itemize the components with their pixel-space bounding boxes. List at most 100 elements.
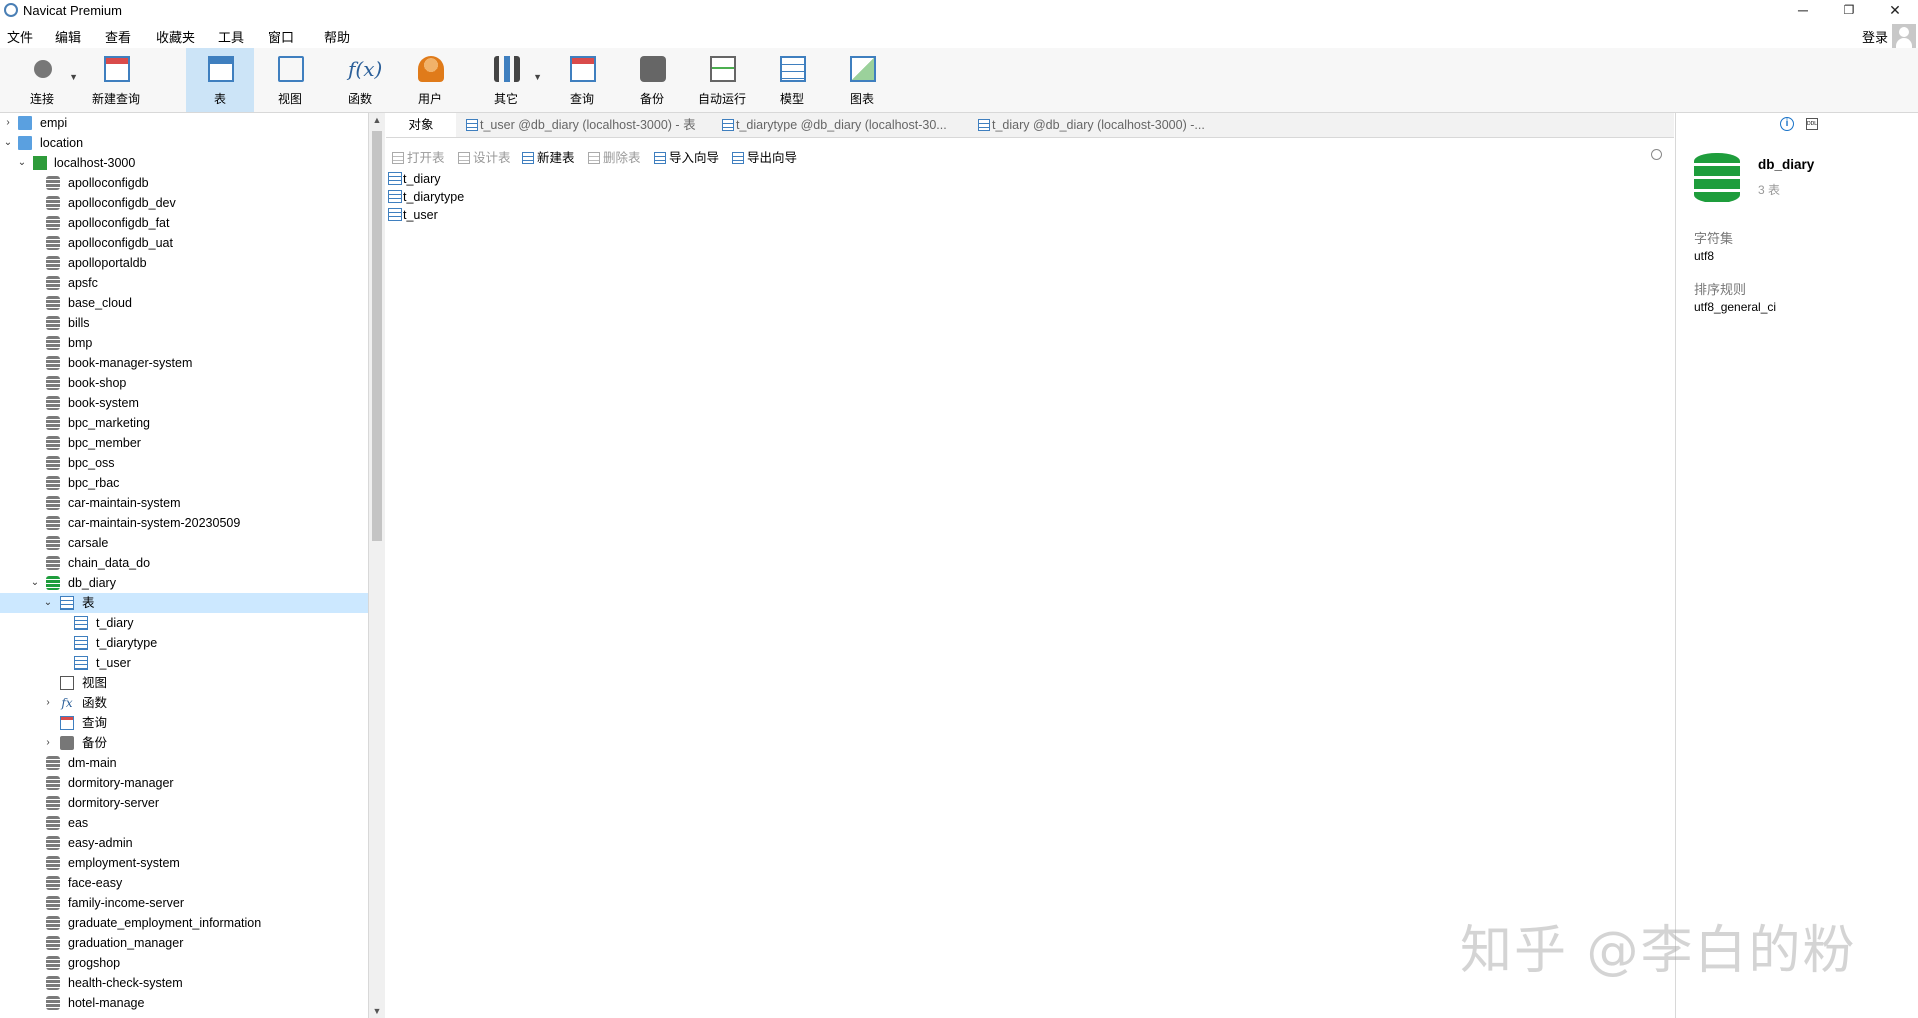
tree-item-connection[interactable]: ⌄ localhost-3000 [0,153,368,173]
tree-db-item[interactable]: apolloconfigdb [0,173,368,193]
tree-scrollbar[interactable]: ▲ ▼ [369,113,385,1018]
tree-db-item[interactable]: dormitory-manager [0,773,368,793]
toolbar-chart-button[interactable]: 图表 [828,48,896,112]
tree-table-item[interactable]: t_user [0,653,368,673]
tree-db-item[interactable]: bpc_rbac [0,473,368,493]
tree-db-item[interactable]: graduate_employment_information [0,913,368,933]
toolbar-table-button[interactable]: 表 [186,48,254,112]
chevron-down-icon[interactable]: ⌄ [42,593,54,613]
tree-db-item[interactable]: car-maintain-system-20230509 [0,513,368,533]
tree-db-item[interactable]: grogshop [0,953,368,973]
chevron-right-icon[interactable]: › [2,113,14,133]
tree-db-item[interactable]: dm-main [0,753,368,773]
tree-db-item[interactable]: graduation_manager [0,933,368,953]
menu-tools[interactable]: 工具 [218,27,244,46]
tree-db-item[interactable]: bills [0,313,368,333]
minimize-button[interactable]: ─ [1780,0,1826,22]
tab-t-diarytype[interactable]: t_diarytype @db_diary (localhost-30... [718,113,972,137]
new-table-button[interactable]: 新建表 [522,147,575,166]
chevron-right-icon[interactable]: › [42,693,54,713]
toolbar-query-button[interactable]: 查询 [548,48,616,112]
tree-db-item[interactable]: apsfc [0,273,368,293]
menu-view[interactable]: 查看 [105,27,131,46]
tree-tables-folder[interactable]: ⌄ 表 [0,593,368,613]
import-wizard-button[interactable]: 导入向导 [654,147,719,166]
tab-objects[interactable]: 对象 [386,113,456,137]
menu-window[interactable]: 窗口 [268,27,294,46]
tree-db-item[interactable]: book-shop [0,373,368,393]
tree-db-item[interactable]: apolloconfigdb_fat [0,213,368,233]
tree-db-item-open[interactable]: ⌄ db_diary [0,573,368,593]
tree-item-location[interactable]: ⌄ location [0,133,368,153]
tree-db-item[interactable]: carsale [0,533,368,553]
tree-backups-folder[interactable]: › 备份 [0,733,368,753]
tree-db-item[interactable]: book-system [0,393,368,413]
tree-db-item[interactable]: easy-admin [0,833,368,853]
tree-db-item[interactable]: bpc_oss [0,453,368,473]
menu-favorites[interactable]: 收藏夹 [156,27,195,46]
scrollbar-thumb[interactable] [372,131,382,541]
login-link[interactable]: 登录 [1862,27,1888,46]
tab-t-diary[interactable]: t_diary @db_diary (localhost-3000) -... [974,113,1228,137]
open-table-button[interactable]: 打开表 [392,147,445,166]
tree-db-item[interactable]: family-income-server [0,893,368,913]
tree-views-folder[interactable]: 视图 [0,673,368,693]
toolbar-function-button[interactable]: f(x) 函数 [326,48,394,112]
database-icon [46,376,60,390]
tree-db-item[interactable]: apolloportaldb [0,253,368,273]
toolbar-auto-run-button[interactable]: 自动运行 [688,48,756,112]
tree-db-item[interactable]: apolloconfigdb_uat [0,233,368,253]
tree-db-item[interactable]: base_cloud [0,293,368,313]
tree-db-item[interactable]: face-easy [0,873,368,893]
connection-tree[interactable]: › empi ⌄ location ⌄ localhost-3000 apoll… [0,113,369,1018]
design-table-button[interactable]: 设计表 [458,147,511,166]
search-icon[interactable] [1651,149,1662,160]
chevron-down-icon[interactable]: ⌄ [29,573,41,593]
tree-db-item[interactable]: eas [0,813,368,833]
toolbar-user-button[interactable]: 用户 [396,48,464,112]
scroll-down-icon[interactable]: ▼ [369,1006,385,1016]
tree-db-item[interactable]: bmp [0,333,368,353]
tree-table-item[interactable]: t_diary [0,613,368,633]
tree-db-item[interactable]: dormitory-server [0,793,368,813]
chevron-down-icon[interactable]: ⌄ [16,153,28,173]
object-item[interactable]: t_diarytype [388,188,464,206]
info-icon[interactable]: i [1780,117,1794,131]
close-button[interactable]: ✕ [1872,0,1918,22]
toolbar-other-button[interactable]: ▼ 其它 [472,48,542,112]
chevron-down-icon[interactable]: ▼ [69,72,78,82]
tree-db-item[interactable]: employment-system [0,853,368,873]
tree-db-item[interactable]: book-manager-system [0,353,368,373]
toolbar-connect-button[interactable]: ▼ 连接 [8,48,78,112]
tree-db-item[interactable]: hotel-manage [0,993,368,1013]
ddl-icon[interactable]: DDL [1806,118,1818,130]
tree-db-item[interactable]: chain_data_do [0,553,368,573]
menu-help[interactable]: 帮助 [324,27,350,46]
menu-file[interactable]: 文件 [7,27,33,46]
restore-button[interactable]: ❐ [1826,0,1872,22]
menu-edit[interactable]: 编辑 [55,27,81,46]
tab-t-user[interactable]: t_user @db_diary (localhost-3000) - 表 [462,113,716,137]
tree-db-item[interactable]: apolloconfigdb_dev [0,193,368,213]
tree-table-item[interactable]: t_diarytype [0,633,368,653]
tree-db-item[interactable]: car-maintain-system [0,493,368,513]
tree-queries-folder[interactable]: 查询 [0,713,368,733]
scroll-up-icon[interactable]: ▲ [369,115,385,125]
avatar-icon[interactable] [1892,24,1916,48]
toolbar-backup-button[interactable]: 备份 [618,48,686,112]
delete-table-button[interactable]: 删除表 [588,147,641,166]
chevron-down-icon[interactable]: ▼ [533,72,542,82]
toolbar-model-button[interactable]: 模型 [758,48,826,112]
object-item[interactable]: t_diary [388,170,441,188]
chevron-down-icon[interactable]: ⌄ [2,133,14,153]
tree-functions-folder[interactable]: › fx 函数 [0,693,368,713]
object-item[interactable]: t_user [388,206,438,224]
tree-db-item[interactable]: bpc_member [0,433,368,453]
chevron-right-icon[interactable]: › [42,733,54,753]
toolbar-view-button[interactable]: 视图 [256,48,324,112]
tree-item-empi[interactable]: › empi [0,113,368,133]
export-wizard-button[interactable]: 导出向导 [732,147,797,166]
toolbar-new-query-button[interactable]: 新建查询 [82,48,150,112]
tree-db-item[interactable]: bpc_marketing [0,413,368,433]
tree-db-item[interactable]: health-check-system [0,973,368,993]
